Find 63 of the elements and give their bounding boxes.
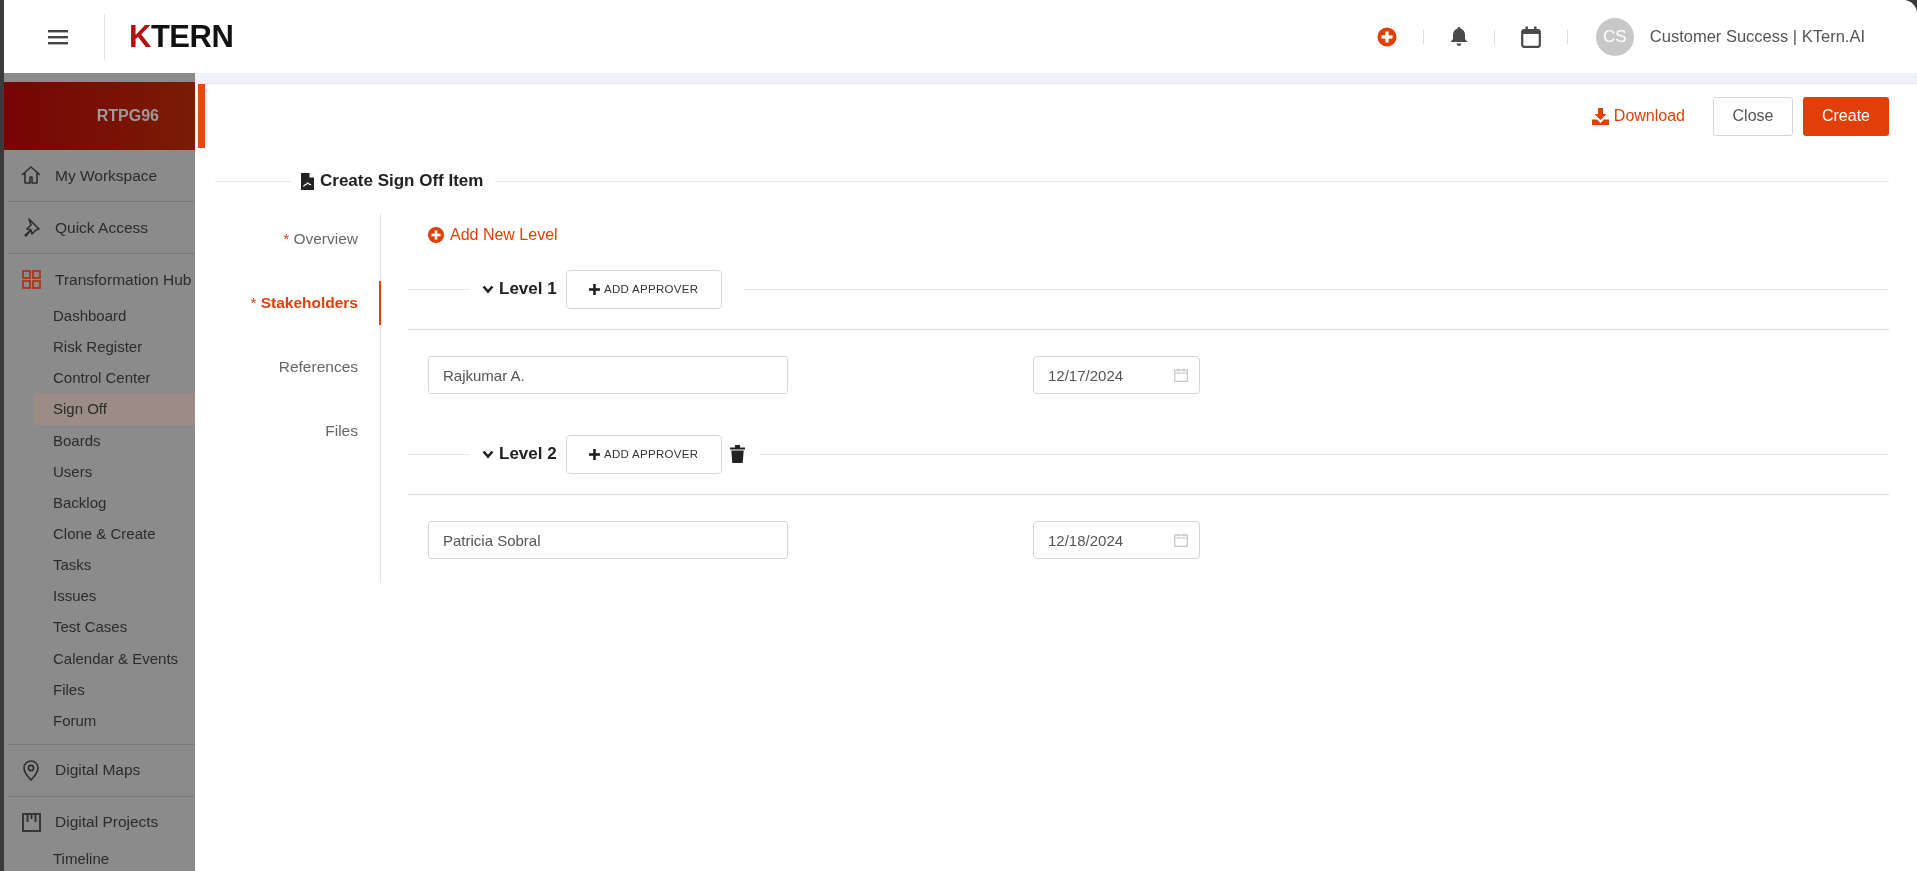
plus-icon [588,448,600,460]
section-label: Transformation Hub [55,270,192,289]
required-mark: * [283,230,290,248]
calendar-icon[interactable] [1520,25,1541,48]
section-label: Quick Access [55,218,149,237]
plus-circle-icon [428,227,444,243]
accent-bar [198,84,205,148]
nav-label: Overview [293,230,358,248]
required-mark: * [250,294,257,312]
nav-label: Stakeholders [260,294,358,312]
chevron-down-icon[interactable] [482,449,494,459]
form-title: Create Sign Off Item [320,171,484,191]
approver-field[interactable]: Rajkumar A. [428,356,788,394]
date-field[interactable]: 12/18/2024 [1033,521,1200,559]
document-icon [301,172,314,190]
user-name: Customer Success | KTern.AI [1649,27,1865,46]
plus-circle-icon[interactable] [1376,26,1397,47]
sidebar-item[interactable]: Risk Register [34,331,195,363]
create-button[interactable]: Create [1803,96,1889,136]
date-field[interactable]: 12/17/2024 [1033,356,1200,394]
sidebar-item[interactable]: Forum [34,704,195,736]
board-icon [20,810,43,834]
plus-icon [588,283,600,295]
sidebar-item[interactable]: Boards [34,424,195,456]
sidebar-section[interactable]: Quick Access [8,202,195,253]
section-label: Digital Maps [55,761,141,780]
chevron-down-icon[interactable] [482,284,494,294]
sidebar-section[interactable]: Digital Maps [8,744,195,796]
form-nav-item[interactable]: * Stakeholders [195,281,381,325]
level-title: Level 2 [499,444,557,464]
bell-icon[interactable] [1449,26,1468,47]
home-icon [20,164,43,187]
add-approver-button[interactable]: ADD APPROVER [565,269,722,309]
sidebar-item[interactable]: Users [34,455,195,487]
form-nav-item[interactable]: * Overview [195,217,381,261]
sidebar-section[interactable]: My Workspace [8,150,195,201]
trash-icon[interactable] [729,445,745,463]
sidebar-item[interactable]: Sign Off [34,393,195,425]
grid-icon [20,268,43,291]
section-label: My Workspace [55,166,158,185]
form-nav-item[interactable]: Files [195,409,381,453]
download-icon [1591,107,1609,125]
sidebar-item[interactable]: Clone & Create [34,518,195,550]
nav-label: Files [325,422,358,440]
level-title: Level 1 [499,279,557,299]
add-approver-button[interactable]: ADD APPROVER [565,434,722,474]
add-level-link[interactable]: Add New Level [428,226,558,244]
form-nav-item[interactable]: References [195,345,381,389]
sidebar-item[interactable]: Issues [34,580,195,612]
approver-field[interactable]: Patricia Sobral [428,521,788,559]
brand-logo[interactable]: KTERN [129,18,234,55]
close-button[interactable]: Close [1713,96,1793,136]
sidebar-item[interactable]: Backlog [34,486,195,518]
sidebar-item[interactable]: Files [34,673,195,705]
sidebar-item[interactable]: Tasks [34,549,195,581]
sidebar-item[interactable]: Test Cases [34,611,195,643]
project-header[interactable]: RTPG96 [4,82,195,150]
download-link[interactable]: Download [1591,107,1685,125]
sidebar-item[interactable]: Calendar & Events [34,642,195,674]
menu-icon[interactable] [48,28,68,45]
section-label: Digital Projects [55,813,159,832]
sidebar-item[interactable]: Control Center [34,362,195,394]
nav-label: References [278,358,358,376]
